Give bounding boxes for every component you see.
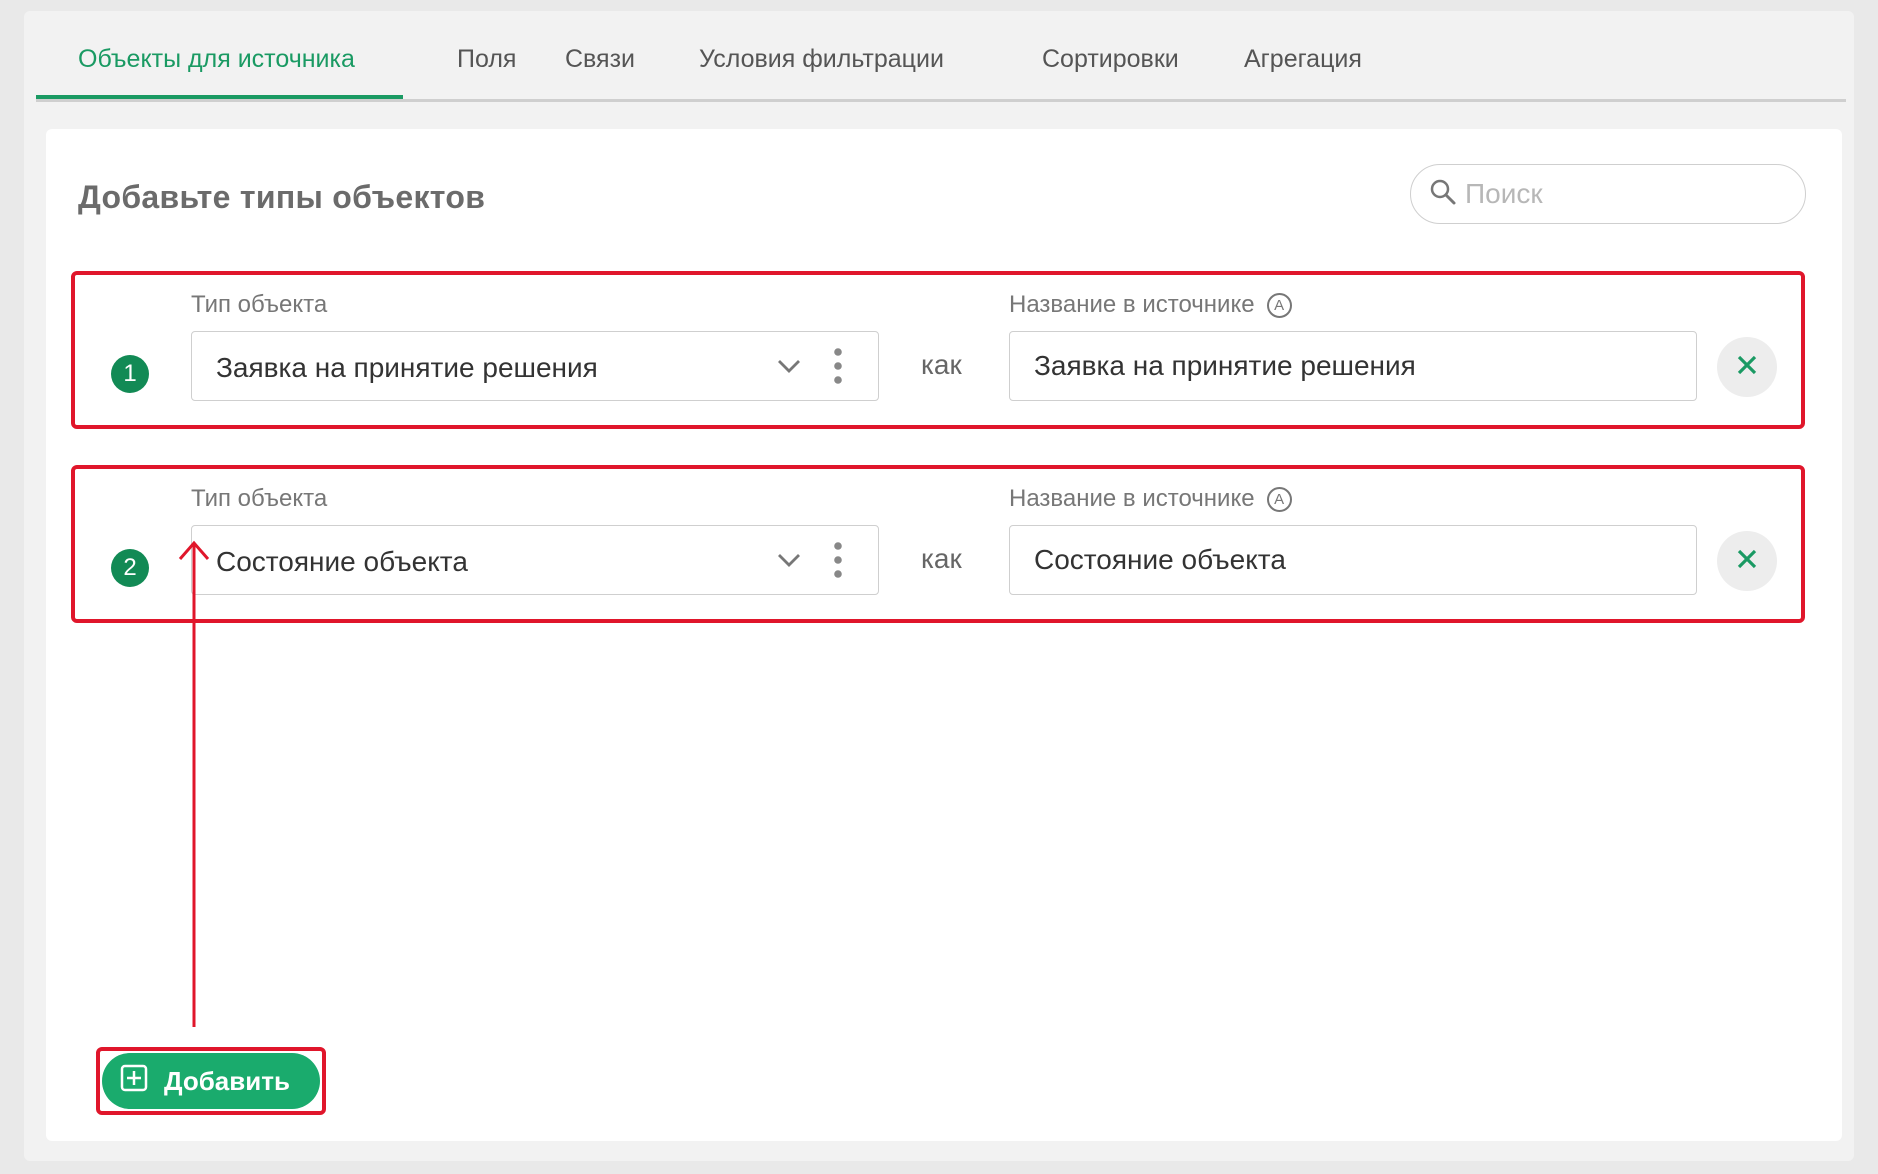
search-input[interactable]: [1463, 177, 1787, 211]
auto-a-icon[interactable]: A: [1266, 292, 1292, 318]
source-name-label-text: Название в источнике: [1009, 485, 1255, 512]
source-name-label: Название в источнике A: [1009, 291, 1292, 319]
annotation-arrow-icon: [178, 540, 210, 1027]
tab-filter-conditions[interactable]: Условия фильтрации: [699, 45, 944, 74]
object-type-select[interactable]: Состояние объекта: [191, 525, 879, 595]
object-row: 1 Тип объекта Название в источнике A Зая…: [71, 271, 1805, 429]
object-type-label: Тип объекта: [191, 291, 328, 318]
add-button-label: Добавить: [164, 1065, 290, 1096]
search-box[interactable]: [1410, 164, 1806, 224]
more-vertical-icon[interactable]: [832, 346, 844, 391]
object-type-value: Заявка на принятие решения: [216, 352, 598, 383]
remove-row-button[interactable]: [1717, 337, 1777, 397]
object-row: 2 Тип объекта Название в источнике A Сос…: [71, 465, 1805, 623]
auto-a-icon[interactable]: A: [1266, 486, 1292, 512]
tab-sorting[interactable]: Сортировки: [1042, 45, 1179, 74]
close-icon: [1735, 547, 1759, 576]
card-title: Добавьте типы объектов: [78, 179, 486, 215]
row-number-badge: 2: [111, 549, 149, 587]
source-name-label: Название в источнике A: [1009, 485, 1292, 513]
row-number-badge: 1: [111, 355, 149, 393]
active-tab-indicator: [36, 95, 403, 99]
plus-square-icon: [120, 1064, 148, 1099]
object-type-label: Тип объекта: [191, 485, 328, 512]
as-text: как: [921, 349, 962, 380]
tab-links[interactable]: Связи: [565, 45, 635, 74]
tab-bar: Объекты для источника Поля Связи Условия…: [36, 11, 1846, 102]
object-type-value: Состояние объекта: [216, 546, 468, 577]
app-window: Объекты для источника Поля Связи Условия…: [24, 11, 1854, 1161]
as-text: как: [921, 543, 962, 574]
search-icon: [1429, 178, 1457, 211]
add-button[interactable]: Добавить: [102, 1053, 320, 1109]
source-name-label-text: Название в источнике: [1009, 291, 1255, 318]
source-name-input[interactable]: [1009, 331, 1697, 401]
remove-row-button[interactable]: [1717, 531, 1777, 591]
source-name-input[interactable]: [1009, 525, 1697, 595]
close-icon: [1735, 353, 1759, 382]
tab-fields[interactable]: Поля: [457, 45, 516, 74]
tab-aggregation[interactable]: Агрегация: [1244, 45, 1362, 74]
chevron-down-icon[interactable]: [776, 355, 802, 382]
object-type-select[interactable]: Заявка на принятие решения: [191, 331, 879, 401]
objects-card: Добавьте типы объектов 1 Тип объекта Наз…: [46, 129, 1842, 1141]
chevron-down-icon[interactable]: [776, 549, 802, 576]
tab-objects-for-source[interactable]: Объекты для источника: [78, 45, 355, 74]
more-vertical-icon[interactable]: [832, 540, 844, 585]
